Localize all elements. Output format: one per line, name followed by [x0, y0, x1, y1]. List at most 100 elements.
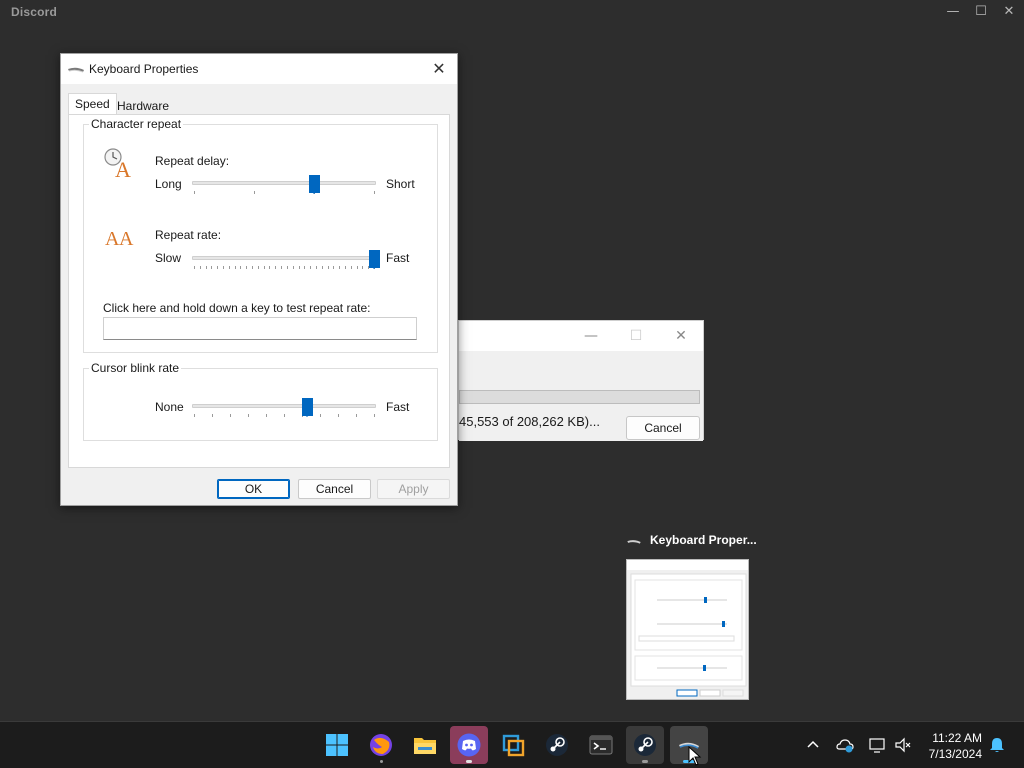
taskbar-steam-running[interactable] [626, 726, 664, 764]
slider-tick [230, 414, 231, 417]
onedrive-icon[interactable] [836, 736, 854, 754]
clock-date[interactable]: 7/13/2024 [918, 747, 982, 761]
download-close-button[interactable]: ✕ [669, 325, 693, 347]
download-maximize-button: ☐ [629, 328, 643, 344]
slider-tick [356, 266, 358, 269]
svg-text:A: A [119, 228, 134, 250]
taskbar-file-explorer[interactable] [406, 726, 444, 764]
slider-track [192, 256, 376, 260]
slider-tick [339, 266, 341, 269]
repeat-delay-icon: A [104, 148, 131, 181]
windows-logo-icon [326, 734, 348, 756]
discord-window-title: Discord [11, 5, 58, 19]
taskbar-thumbnail-preview[interactable]: Keyboard Proper... [618, 527, 758, 705]
start-button[interactable] [318, 726, 356, 764]
slider-tick [320, 414, 321, 417]
slider-tick [194, 414, 195, 417]
slider-tick [266, 414, 267, 417]
slider-tick [254, 191, 255, 194]
preview-thumbnail-image[interactable] [626, 559, 749, 700]
running-indicator [642, 760, 648, 763]
slider-tick [338, 414, 339, 417]
taskbar-discord[interactable] [450, 726, 488, 764]
dialog-title: Keyboard Properties [89, 62, 199, 76]
discord-close-button[interactable]: ✕ [1000, 3, 1018, 21]
ok-button[interactable]: OK [217, 479, 290, 499]
keyboard-properties-dialog: Keyboard Properties ✕ Speed Hardware Cha… [60, 53, 458, 506]
slider-ticks [192, 414, 376, 418]
discord-maximize-button[interactable]: ☐ [972, 3, 990, 21]
tab-hardware[interactable]: Hardware [117, 96, 169, 116]
virtualbox-icon [502, 734, 525, 757]
tab-speed[interactable]: Speed [68, 93, 117, 115]
slider-tick [248, 414, 249, 417]
chevron-up-icon[interactable] [804, 736, 822, 754]
download-minimize-button[interactable]: — [579, 325, 603, 347]
steam-icon [546, 734, 568, 756]
slider-tick [199, 266, 201, 269]
slider-tick [344, 266, 346, 269]
slider-tick [350, 266, 352, 269]
slider-tick [211, 266, 213, 269]
slider-tick [281, 266, 283, 269]
discord-icon [457, 733, 481, 757]
slider-tick [212, 414, 213, 417]
test-repeat-input[interactable] [103, 317, 417, 340]
speed-tab-panel: Character repeat A Repeat delay: Long Sh… [68, 114, 450, 468]
volume-muted-icon[interactable] [894, 736, 912, 754]
slider-tick [286, 266, 288, 269]
keyboard-icon [627, 540, 641, 544]
cancel-button[interactable]: Cancel [298, 479, 371, 499]
repeat-rate-label: Repeat rate: [155, 228, 222, 242]
network-icon[interactable] [868, 736, 886, 754]
slider-thumb[interactable] [309, 175, 321, 194]
slider-thumb[interactable] [368, 250, 380, 269]
slider-thumb[interactable] [301, 398, 313, 417]
download-dialog-titlebar: — ☐ ✕ [459, 321, 703, 351]
running-indicator [380, 760, 383, 763]
firefox-icon [370, 734, 392, 756]
dialog-thumbnail-graphic [627, 560, 748, 697]
slider-tick [374, 191, 375, 194]
notification-bell-icon[interactable] [988, 736, 1006, 754]
close-icon[interactable]: ✕ [427, 58, 451, 80]
taskbar-steam[interactable] [538, 726, 576, 764]
slider-tick [269, 266, 271, 269]
taskbar-virtualbox[interactable] [494, 726, 532, 764]
terminal-icon [589, 735, 613, 755]
slider-tick [246, 266, 248, 269]
repeat-delay-slider[interactable] [192, 175, 376, 199]
repeat-delay-label: Repeat delay: [155, 154, 230, 168]
cursor-blink-slider[interactable] [192, 398, 376, 422]
dialog-titlebar: Keyboard Properties ✕ [61, 54, 457, 84]
steam-icon [634, 734, 656, 756]
test-repeat-prompt: Click here and hold down a key to test r… [103, 301, 371, 315]
taskbar-firefox[interactable] [362, 726, 400, 764]
slider-tick [217, 266, 219, 269]
download-status-text: 45,553 of 208,262 KB)... [459, 414, 600, 429]
clock-time[interactable]: 11:22 AM [918, 731, 982, 745]
slider-ticks [192, 191, 376, 195]
slider-tick [257, 266, 259, 269]
taskbar: 11:22 AM 7/13/2024 [0, 721, 1024, 768]
slider-tick [234, 266, 236, 269]
running-indicator [466, 760, 472, 763]
slider-tick [356, 414, 357, 417]
slider-tick [374, 414, 375, 417]
slider-tick [240, 266, 242, 269]
repeat-rate-slider[interactable] [192, 250, 380, 274]
keyboard-icon [68, 67, 84, 73]
cursor-blink-label: Cursor blink rate [89, 361, 182, 375]
slider-tick [333, 266, 335, 269]
download-cancel-button[interactable]: Cancel [626, 416, 700, 440]
mouse-cursor-icon [688, 746, 702, 766]
repeat-rate-max-label: Fast [386, 251, 410, 265]
taskbar-terminal[interactable] [582, 726, 620, 764]
slider-tick [310, 266, 312, 269]
cursor-blink-min-label: None [155, 400, 184, 414]
slider-tick [194, 191, 195, 194]
svg-text:A: A [105, 228, 120, 250]
slider-track [192, 181, 376, 185]
discord-minimize-button[interactable]: — [944, 3, 962, 21]
cursor-blink-max-label: Fast [386, 400, 410, 414]
